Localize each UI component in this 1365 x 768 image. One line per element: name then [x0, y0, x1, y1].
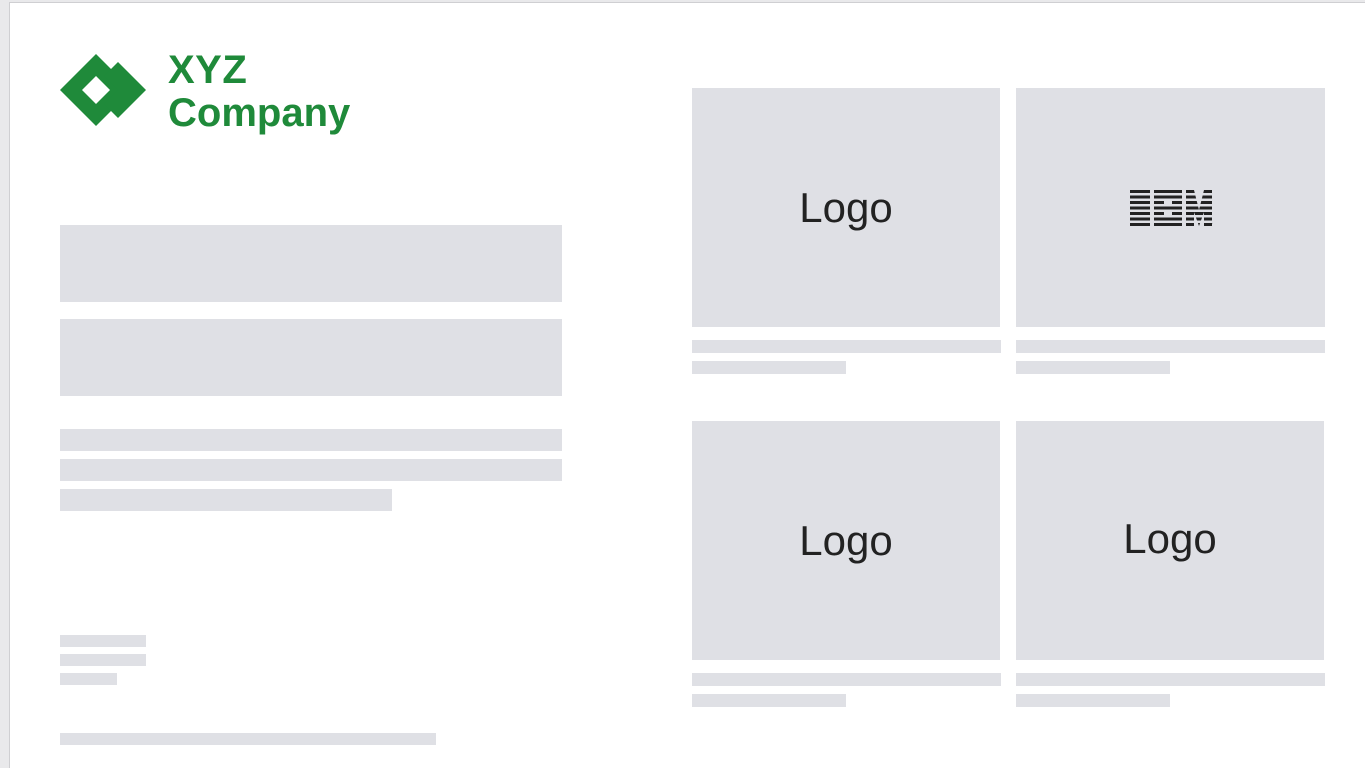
caption-line-placeholder: [692, 694, 846, 707]
small-line-placeholder: [60, 673, 117, 685]
text-line-placeholder: [60, 489, 392, 511]
caption-line-placeholder: [692, 673, 1001, 686]
ibm-logo-icon: .: [1129, 189, 1213, 226]
logo-tile-4[interactable]: Logo: [1016, 421, 1324, 660]
caption-line-placeholder: [692, 340, 1001, 353]
headline-placeholder-1: [60, 225, 562, 302]
headline-placeholder-2: [60, 319, 562, 396]
small-line-placeholder: [60, 654, 146, 666]
brand-name-line1: XYZ: [168, 48, 248, 92]
caption-line-placeholder: [692, 361, 846, 374]
footer-line-placeholder: [60, 733, 436, 745]
caption-line-placeholder: [1016, 694, 1170, 707]
tile-label: Logo: [1123, 514, 1217, 562]
logo-tile-2[interactable]: .: [1016, 88, 1325, 327]
caption-line-placeholder: [1016, 673, 1325, 686]
diamond-logo-icon: [60, 54, 146, 126]
caption-line-placeholder: [1016, 340, 1325, 353]
caption-line-placeholder: [1016, 361, 1170, 374]
tile-label: Logo: [799, 183, 893, 231]
small-line-placeholder: [60, 635, 146, 647]
text-line-placeholder: [60, 429, 562, 451]
text-line-placeholder: [60, 459, 562, 481]
logo-tile-1[interactable]: Logo: [692, 88, 1000, 327]
svg-text:.: .: [1212, 220, 1213, 225]
brand-name-line2: Company: [168, 91, 351, 135]
tile-label: Logo: [799, 516, 893, 564]
logo-tile-3[interactable]: Logo: [692, 421, 1000, 660]
